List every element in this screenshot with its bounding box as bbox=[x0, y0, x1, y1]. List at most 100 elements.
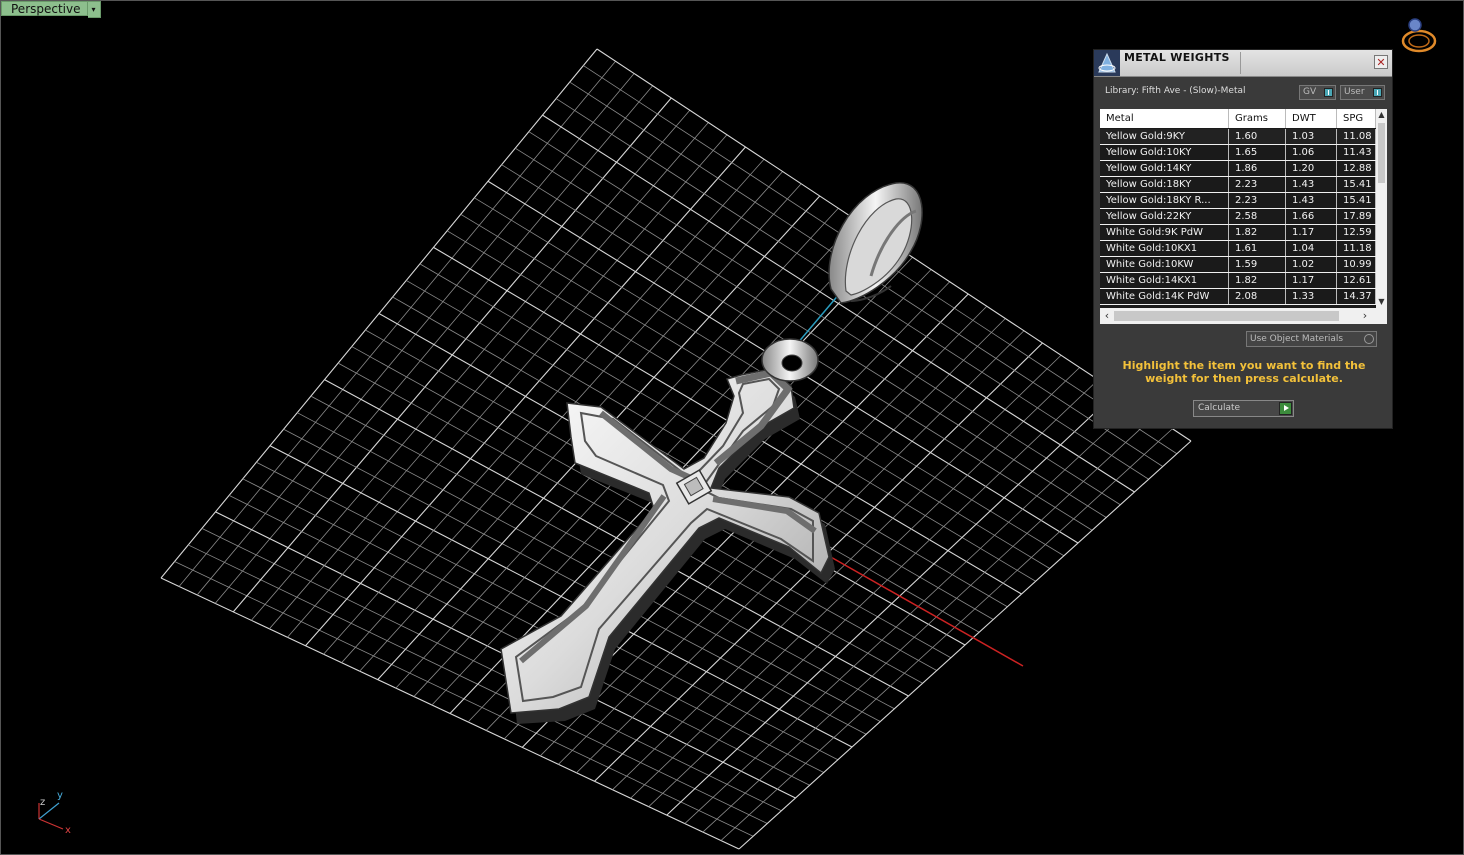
construction-grid bbox=[160, 48, 1192, 850]
pendant-bail[interactable] bbox=[828, 182, 923, 304]
dwt-cell: 1.33 bbox=[1286, 289, 1337, 304]
column-header-metal[interactable]: Metal bbox=[1100, 109, 1229, 128]
scroll-right-icon[interactable]: › bbox=[1358, 308, 1372, 324]
table-row[interactable]: Yellow Gold:10KY 1.65 1.06 11.43 bbox=[1100, 145, 1376, 161]
dwt-cell: 1.17 bbox=[1286, 273, 1337, 288]
dwt-cell: 1.43 bbox=[1286, 177, 1337, 192]
metal-name-cell: White Gold:14KX1 bbox=[1100, 273, 1229, 288]
dwt-cell: 1.20 bbox=[1286, 161, 1337, 176]
table-row[interactable]: Yellow Gold:9KY 1.60 1.03 11.08 bbox=[1100, 129, 1376, 145]
grid-line bbox=[630, 367, 1080, 799]
dwt-cell: 1.43 bbox=[1286, 193, 1337, 208]
metal-weights-panel[interactable]: METAL WEIGHTS ✕ Library: Fifth Ave - (Sl… bbox=[1093, 49, 1393, 429]
column-header-spg[interactable]: SPG bbox=[1337, 109, 1376, 128]
calculate-button[interactable]: Calculate bbox=[1193, 400, 1294, 417]
metal-name-cell: Yellow Gold:18KY bbox=[1100, 177, 1229, 192]
grams-cell: 1.59 bbox=[1229, 257, 1286, 272]
spg-cell: 17.89 bbox=[1337, 209, 1376, 224]
grid-line bbox=[720, 428, 1173, 841]
horizontal-scrollbar[interactable]: ‹ › bbox=[1100, 308, 1387, 324]
ring-navigation-icon[interactable] bbox=[1399, 15, 1439, 55]
close-icon[interactable]: ✕ bbox=[1374, 55, 1388, 69]
metal-name-cell: Yellow Gold:10KY bbox=[1100, 145, 1229, 160]
library-label: Library: Fifth Ave - (Slow)-Metal bbox=[1105, 86, 1246, 96]
spg-cell: 14.37 bbox=[1337, 289, 1376, 304]
table-row[interactable]: Yellow Gold:18KY 2.23 1.43 15.41 bbox=[1100, 177, 1376, 193]
play-icon bbox=[1279, 402, 1292, 415]
toggle-switch-icon bbox=[1373, 88, 1382, 97]
metal-name-cell: Yellow Gold:14KY bbox=[1100, 161, 1229, 176]
table-row[interactable]: Yellow Gold:22KY 2.58 1.66 17.89 bbox=[1100, 209, 1376, 225]
grams-cell: 2.58 bbox=[1229, 209, 1286, 224]
user-toggle[interactable]: User bbox=[1340, 85, 1385, 100]
table-row[interactable]: White Gold:9K PdW 1.82 1.17 12.59 bbox=[1100, 225, 1376, 241]
table-row[interactable]: White Gold:10KW 1.59 1.02 10.99 bbox=[1100, 257, 1376, 273]
grams-cell: 2.23 bbox=[1229, 177, 1286, 192]
table-row[interactable]: White Gold:10KX1 1.61 1.04 11.18 bbox=[1100, 241, 1376, 257]
grams-cell: 1.65 bbox=[1229, 145, 1286, 160]
header-divider bbox=[1240, 52, 1241, 74]
spg-cell: 12.88 bbox=[1337, 161, 1376, 176]
grid-line bbox=[684, 403, 1136, 824]
use-object-materials-option[interactable]: Use Object Materials bbox=[1246, 331, 1377, 347]
grams-cell: 1.82 bbox=[1229, 273, 1286, 288]
scrollbar-thumb[interactable] bbox=[1114, 311, 1339, 321]
grams-cell: 2.08 bbox=[1229, 289, 1286, 304]
axis-y-label: y bbox=[57, 790, 63, 801]
table-row[interactable]: Yellow Gold:14KY 1.86 1.20 12.88 bbox=[1100, 161, 1376, 177]
jump-ring[interactable] bbox=[761, 338, 819, 382]
panel-header[interactable]: METAL WEIGHTS ✕ bbox=[1094, 50, 1392, 77]
use-object-materials-label: Use Object Materials bbox=[1250, 334, 1344, 344]
grams-cell: 1.86 bbox=[1229, 161, 1286, 176]
metal-name-cell: White Gold:10KW bbox=[1100, 257, 1229, 272]
dwt-cell: 1.66 bbox=[1286, 209, 1337, 224]
axis-triad-icon: z y x bbox=[38, 790, 71, 836]
vertical-scrollbar[interactable]: ▲ ▼ bbox=[1376, 109, 1387, 308]
spg-cell: 15.41 bbox=[1337, 177, 1376, 192]
table-row[interactable]: White Gold:14K PdW 2.08 1.33 14.37 bbox=[1100, 289, 1376, 305]
user-toggle-label: User bbox=[1344, 87, 1365, 97]
metal-name-cell: Yellow Gold:9KY bbox=[1100, 129, 1229, 144]
column-header-grams[interactable]: Grams bbox=[1229, 109, 1286, 128]
metal-weights-logo-icon bbox=[1094, 50, 1120, 76]
scroll-left-icon[interactable]: ‹ bbox=[1100, 308, 1114, 324]
metal-name-cell: White Gold:10KX1 bbox=[1100, 241, 1229, 256]
spg-cell: 10.99 bbox=[1337, 257, 1376, 272]
column-header-dwt[interactable]: DWT bbox=[1286, 109, 1337, 128]
dwt-cell: 1.03 bbox=[1286, 129, 1337, 144]
metal-table[interactable]: Metal Grams DWT SPG Yellow Gold:9KY 1.60 1… bbox=[1100, 109, 1387, 324]
metal-name-cell: Yellow Gold:22KY bbox=[1100, 209, 1229, 224]
grid-line bbox=[406, 280, 994, 620]
grid-line bbox=[419, 263, 1008, 608]
viewport-dropdown-icon[interactable]: ▾ bbox=[87, 1, 101, 18]
viewport-name[interactable]: Perspective bbox=[1, 1, 88, 16]
x-axis-line bbox=[828, 555, 1024, 667]
calculate-label: Calculate bbox=[1198, 403, 1241, 413]
gv-toggle[interactable]: GV bbox=[1299, 85, 1336, 100]
radio-icon[interactable] bbox=[1364, 334, 1374, 344]
gv-toggle-label: GV bbox=[1303, 87, 1317, 97]
spg-cell: 11.43 bbox=[1337, 145, 1376, 160]
axis-x-label: x bbox=[65, 825, 71, 836]
dwt-cell: 1.02 bbox=[1286, 257, 1337, 272]
dwt-cell: 1.04 bbox=[1286, 241, 1337, 256]
metal-name-cell: White Gold:14K PdW bbox=[1100, 289, 1229, 304]
dwt-cell: 1.06 bbox=[1286, 145, 1337, 160]
scroll-down-icon[interactable]: ▼ bbox=[1376, 296, 1387, 308]
dwt-cell: 1.17 bbox=[1286, 225, 1337, 240]
scroll-up-icon[interactable]: ▲ bbox=[1376, 109, 1387, 121]
table-row[interactable]: Yellow Gold:18KY R... 2.23 1.43 15.41 bbox=[1100, 193, 1376, 209]
perspective-viewport[interactable]: Perspective ▾ z y x METAL WEIGHTS ✕ Libr… bbox=[0, 0, 1464, 855]
grid-line bbox=[702, 416, 1155, 833]
grams-cell: 1.60 bbox=[1229, 129, 1286, 144]
table-row[interactable]: White Gold:14KX1 1.82 1.17 12.61 bbox=[1100, 273, 1376, 289]
viewport-label[interactable]: Perspective ▾ bbox=[1, 1, 101, 18]
metal-name-cell: Yellow Gold:18KY R... bbox=[1100, 193, 1229, 208]
spg-cell: 12.61 bbox=[1337, 273, 1376, 288]
spg-cell: 12.59 bbox=[1337, 225, 1376, 240]
toggle-switch-icon bbox=[1324, 88, 1333, 97]
panel-title: METAL WEIGHTS bbox=[1124, 51, 1230, 64]
grams-cell: 1.61 bbox=[1229, 241, 1286, 256]
scrollbar-thumb[interactable] bbox=[1378, 123, 1385, 183]
grams-cell: 2.23 bbox=[1229, 193, 1286, 208]
